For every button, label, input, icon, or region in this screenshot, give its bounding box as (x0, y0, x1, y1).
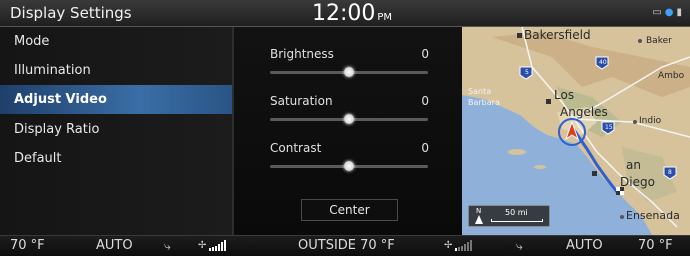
saturation-control: Saturation 0 (270, 94, 432, 134)
adjust-video-panel: Brightness 0 Saturation 0 Contrast 0 Cen… (234, 27, 462, 235)
fan-level-bar (218, 244, 221, 251)
clock: 12:00 PM (312, 1, 392, 26)
menu-item-mode[interactable]: Mode (0, 27, 232, 56)
fan-level-bar (464, 244, 467, 251)
map-island (508, 149, 526, 155)
shield-label: 40 (599, 59, 607, 66)
signal-icon: ▮ (676, 7, 682, 18)
fan-icon: ✢ (444, 240, 453, 251)
map-label-indio: Indio (639, 116, 662, 126)
page-title: Display Settings (10, 4, 132, 22)
center-button[interactable]: Center (301, 199, 398, 221)
map-scale: N 50 mi (468, 205, 550, 227)
north-label: N (476, 207, 482, 215)
fan-level-bar (461, 246, 464, 251)
north-arrow-icon (475, 215, 483, 224)
status-icons: ▭ ● ▮ (652, 7, 682, 19)
driver-fan-speed[interactable]: ✢ (198, 240, 227, 251)
passenger-fan-speed[interactable]: ✢ (444, 240, 473, 251)
brightness-slider-handle[interactable] (344, 67, 354, 77)
menu-item-illumination[interactable]: Illumination (0, 56, 232, 85)
fan-level-bar (467, 242, 470, 251)
menu-item-default[interactable]: Default (0, 144, 232, 173)
bluetooth-icon: ● (664, 7, 674, 18)
passenger-temp[interactable]: 70 °F (638, 238, 673, 253)
fan-icon: ✢ (198, 240, 207, 251)
contrast-value: 0 (421, 141, 429, 155)
map-label-san: an (626, 158, 641, 172)
brightness-label: Brightness (270, 47, 334, 61)
saturation-slider-handle[interactable] (344, 114, 354, 124)
fan-level-bar (209, 248, 212, 251)
battery-icon: ▭ (652, 7, 662, 18)
map-label-diego: Diego (620, 175, 655, 189)
map-label-amboy: Ambo (658, 71, 685, 81)
menu-item-adjust-video[interactable]: Adjust Video (0, 85, 232, 114)
climate-bar: 70 °F AUTO ⤷ ✢ OUTSIDE 70 °F ✢ ⤷ AUTO 70… (0, 235, 690, 256)
map-label-santa: Santa (468, 87, 492, 96)
map-label-baker: Baker (646, 36, 672, 46)
menu-item-display-ratio[interactable]: Display Ratio (0, 115, 232, 144)
clock-time: 12:00 (312, 1, 376, 26)
status-bar: Display Settings 12:00 PM ▭ ● ▮ (0, 0, 690, 27)
fan-level-bar (221, 242, 224, 251)
map-label-angeles: Angeles (560, 105, 608, 119)
fan-level-bar (224, 240, 227, 251)
saturation-label: Saturation (270, 94, 333, 108)
saturation-value: 0 (421, 94, 429, 108)
airflow-icon[interactable]: ⤷ (516, 239, 523, 254)
fan-level-bar (212, 247, 215, 251)
map-label-bakersfield: Bakersfield (524, 28, 591, 42)
passenger-auto[interactable]: AUTO (566, 238, 603, 253)
map-island (534, 165, 546, 169)
navigation-map[interactable]: Bakersfield Baker Ambo Santa Barbara Los… (462, 27, 690, 235)
clock-ampm: PM (377, 12, 393, 23)
map-label-los: Los (554, 88, 575, 102)
settings-menu: Mode Illumination Adjust Video Display R… (0, 27, 232, 235)
contrast-label: Contrast (270, 141, 322, 155)
scale-distance: 50 mi (505, 208, 528, 217)
fan-level-bar (458, 247, 461, 251)
fan-level-bar (215, 246, 218, 251)
map-canvas (462, 27, 690, 235)
outside-temp: OUTSIDE 70 °F (298, 238, 395, 253)
brightness-control: Brightness 0 (270, 47, 432, 87)
contrast-control: Contrast 0 (270, 141, 432, 181)
shield-label: 15 (605, 124, 613, 131)
driver-auto[interactable]: AUTO (96, 238, 133, 253)
scale-bar (491, 219, 543, 222)
airflow-icon[interactable]: ⤷ (164, 239, 171, 254)
shield-label: 5 (525, 69, 529, 76)
shield-label: 8 (668, 169, 672, 176)
contrast-slider-handle[interactable] (344, 161, 354, 171)
fan-level-bar (470, 240, 473, 251)
fan-level-bar (455, 248, 458, 251)
map-label-ensenada: Ensenada (626, 209, 680, 222)
driver-temp[interactable]: 70 °F (10, 238, 45, 253)
map-label-barbara: Barbara (468, 98, 500, 107)
brightness-value: 0 (421, 47, 429, 61)
